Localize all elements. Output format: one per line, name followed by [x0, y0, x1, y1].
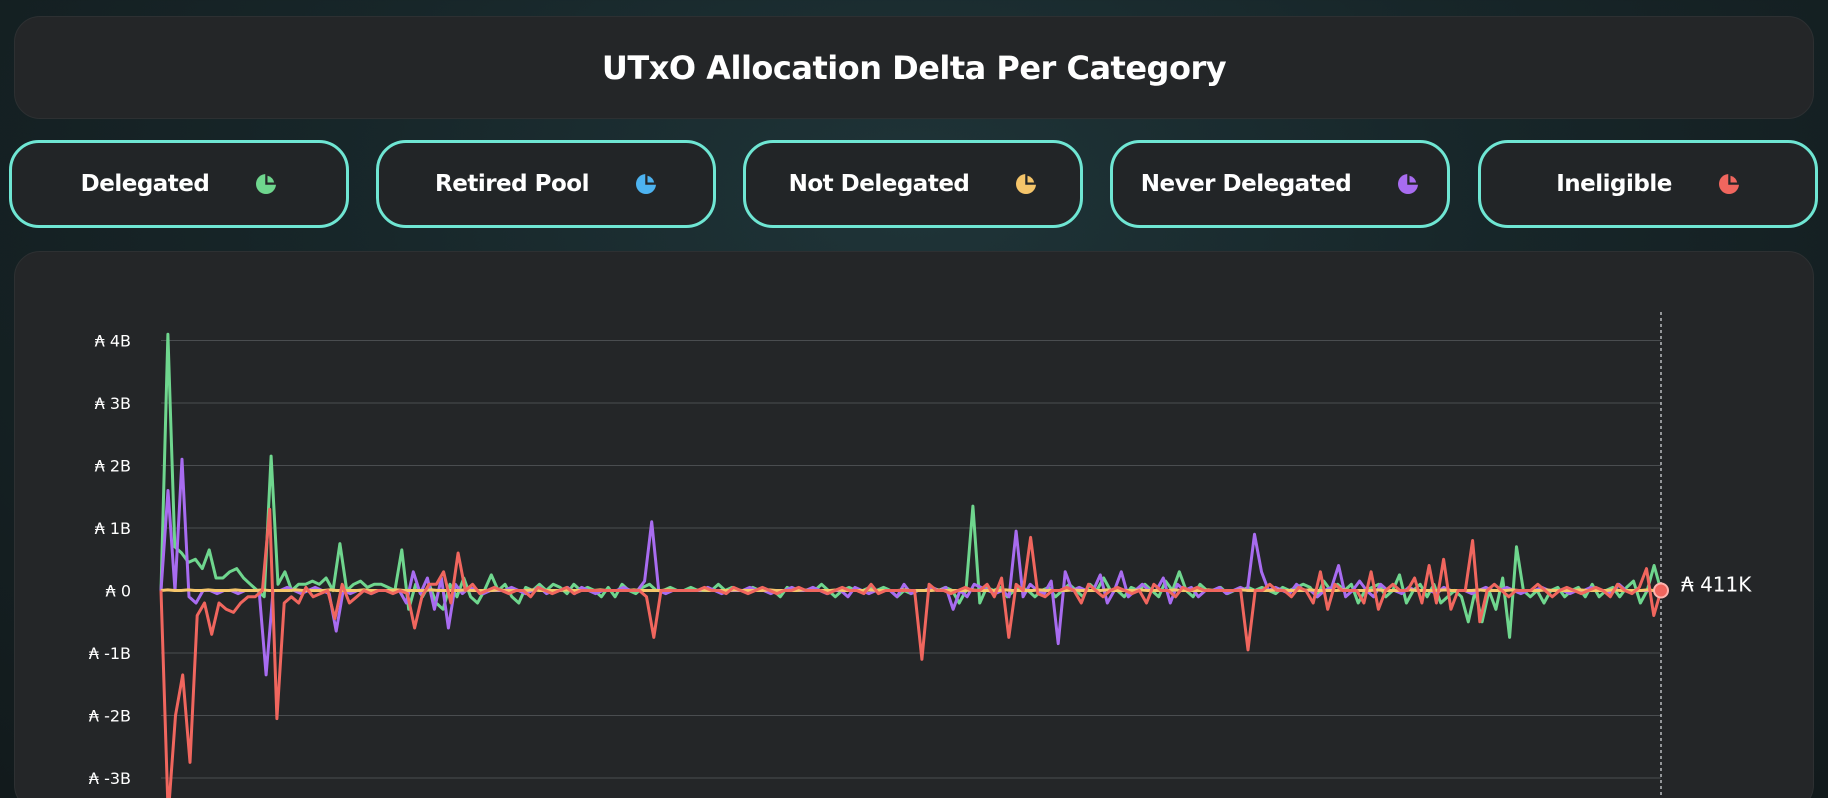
y-tick-label: ₳ 4B — [95, 332, 131, 351]
y-tick-label: ₳ -3B — [89, 769, 131, 788]
y-tick-label: ₳ -1B — [89, 644, 131, 663]
title-card: UTxO Allocation Delta Per Category — [14, 16, 1814, 119]
page-title: UTxO Allocation Delta Per Category — [601, 48, 1227, 87]
category-button-never-delegated[interactable]: Never Delegated — [1110, 140, 1450, 228]
category-label: Never Delegated — [1140, 171, 1352, 197]
pie-chart-icon — [1016, 173, 1038, 194]
category-button-retired-pool[interactable]: Retired Pool — [376, 140, 716, 228]
category-label: Delegated — [80, 171, 210, 197]
hover-value-label: ₳ 411K — [1681, 573, 1752, 597]
y-tick-label: ₳ 0 — [106, 582, 131, 601]
y-tick-label: ₳ 1B — [95, 519, 131, 538]
category-filter-row: Delegated Retired Pool Not Delegated Nev… — [9, 140, 1819, 230]
pie-chart-icon — [1718, 173, 1740, 194]
series-line-never-delegated — [159, 457, 1661, 677]
category-label: Retired Pool — [435, 171, 589, 197]
category-button-delegated[interactable]: Delegated — [9, 140, 349, 228]
pie-chart-icon — [256, 173, 278, 194]
y-tick-label: ₳ 2B — [95, 457, 131, 476]
pie-chart-icon — [635, 173, 657, 194]
line-chart[interactable]: ₳ 4B ₳ 3B ₳ 2B ₳ 1B ₳ 0 ₳ -1B ₳ -2B ₳ -3B ₳ 411… — [15, 252, 1814, 798]
pie-chart-icon — [1398, 173, 1420, 194]
chart-card: ₳ 4B ₳ 3B ₳ 2B ₳ 1B ₳ 0 ₳ -1B ₳ -2B ₳ -3B ₳ 411… — [14, 251, 1814, 798]
category-button-not-delegated[interactable]: Not Delegated — [743, 140, 1083, 228]
chart-series — [159, 332, 1663, 798]
category-button-ineligible[interactable]: Ineligible — [1478, 140, 1818, 228]
y-tick-label: ₳ 3B — [95, 394, 131, 413]
series-line-ineligible — [159, 507, 1663, 798]
y-axis-ticks: ₳ 4B ₳ 3B ₳ 2B ₳ 1B ₳ 0 ₳ -1B ₳ -2B ₳ -3B — [89, 332, 131, 789]
chart-gridlines — [161, 340, 1661, 779]
hover-point-marker — [1653, 582, 1669, 599]
category-label: Ineligible — [1556, 171, 1672, 197]
y-tick-label: ₳ -2B — [89, 707, 131, 726]
category-label: Not Delegated — [788, 171, 970, 197]
